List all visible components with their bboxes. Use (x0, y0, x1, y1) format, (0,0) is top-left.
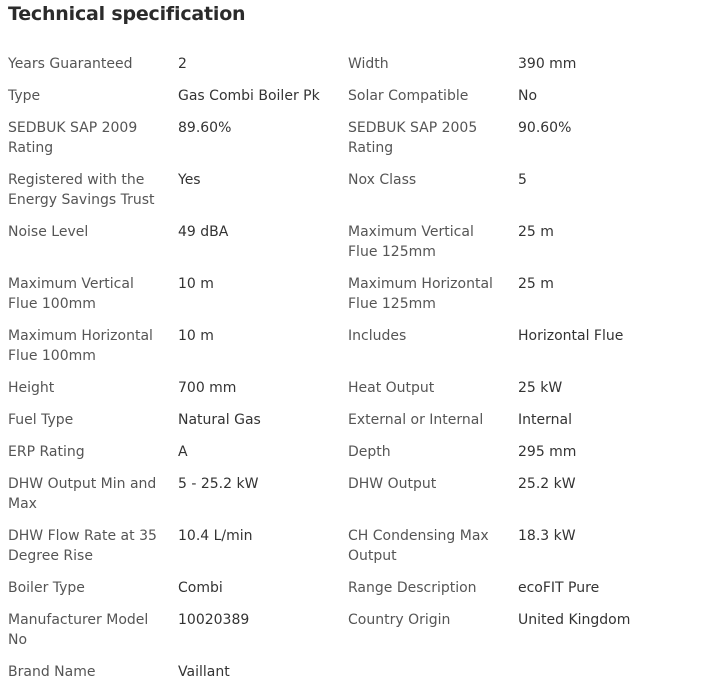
spec-label: Country Origin (348, 612, 451, 628)
page-title: Technical specification (8, 3, 246, 25)
spec-value: Combi (178, 580, 223, 596)
spec-value: 295 mm (518, 444, 577, 460)
spec-value: Gas Combi Boiler Pk (178, 88, 320, 104)
spec-label: Width (348, 56, 389, 72)
spec-value: United Kingdom (518, 612, 631, 628)
spec-label: DHW Flow Rate at 35 Degree Rise (8, 528, 157, 564)
spec-value: 700 mm (178, 380, 237, 396)
spec-label: Registered with the Energy Savings Trust (8, 172, 155, 208)
spec-label: Includes (348, 328, 407, 344)
spec-label: Years Guaranteed (8, 56, 133, 72)
spec-value: 25 m (518, 224, 554, 240)
spec-label: Manufacturer Model No (8, 612, 149, 648)
spec-value: Internal (518, 412, 572, 428)
table-row: Registered with the Energy Savings Trust… (0, 164, 680, 216)
spec-label: Nox Class (348, 172, 417, 188)
spec-label: External or Internal (348, 412, 484, 428)
spec-label: Maximum Vertical Flue 125mm (348, 224, 474, 260)
spec-value: 18.3 kW (518, 528, 576, 544)
table-row: Noise Level 49 dBA Maximum Vertical Flue… (0, 216, 680, 268)
spec-label: Maximum Horizontal Flue 100mm (8, 328, 153, 364)
spec-label: Maximum Horizontal Flue 125mm (348, 276, 493, 312)
spec-value: 10020389 (178, 612, 250, 628)
spec-value: Vaillant (178, 664, 230, 680)
table-row: DHW Output Min and Max 5 - 25.2 kW DHW O… (0, 468, 680, 520)
spec-table: Years Guaranteed 2 Width 390 mm Type Gas… (0, 48, 680, 688)
table-row: Manufacturer Model No 10020389 Country O… (0, 604, 680, 656)
spec-value: ecoFIT Pure (518, 580, 600, 596)
spec-label: Noise Level (8, 224, 89, 240)
spec-label: Brand Name (8, 664, 96, 680)
spec-value: 25 m (518, 276, 554, 292)
table-row: Maximum Horizontal Flue 100mm 10 m Inclu… (0, 320, 680, 372)
spec-label: DHW Output (348, 476, 437, 492)
table-row: SEDBUK SAP 2009 Rating 89.60% SEDBUK SAP… (0, 112, 680, 164)
table-row: DHW Flow Rate at 35 Degree Rise 10.4 L/m… (0, 520, 680, 572)
spec-value: Yes (178, 172, 201, 188)
spec-value: No (518, 88, 538, 104)
table-row: Maximum Vertical Flue 100mm 10 m Maximum… (0, 268, 680, 320)
table-row: Brand Name Vaillant (0, 656, 680, 688)
spec-label: Boiler Type (8, 580, 85, 596)
spec-label: Fuel Type (8, 412, 74, 428)
table-row: Height 700 mm Heat Output 25 kW (0, 372, 680, 404)
spec-value: 10.4 L/min (178, 528, 253, 544)
spec-value: 10 m (178, 328, 214, 344)
spec-value: 390 mm (518, 56, 577, 72)
table-row: Years Guaranteed 2 Width 390 mm (0, 48, 680, 80)
table-row: Type Gas Combi Boiler Pk Solar Compatibl… (0, 80, 680, 112)
spec-value (510, 662, 680, 682)
spec-label (340, 662, 510, 682)
spec-value: 90.60% (518, 120, 572, 136)
spec-label: SEDBUK SAP 2009 Rating (8, 120, 138, 156)
spec-label: Depth (348, 444, 391, 460)
spec-container: Technical specification Years Guaranteed… (0, 0, 724, 688)
spec-value: 2 (178, 56, 187, 72)
table-row: Boiler Type Combi Range Description ecoF… (0, 572, 680, 604)
spec-label: CH Condensing Max Output (348, 528, 489, 564)
spec-value: 5 (518, 172, 527, 188)
spec-value: 89.60% (178, 120, 232, 136)
table-row: ERP Rating A Depth 295 mm (0, 436, 680, 468)
spec-value: 25.2 kW (518, 476, 576, 492)
spec-value: 25 kW (518, 380, 563, 396)
spec-value: Natural Gas (178, 412, 261, 428)
spec-label: Height (8, 380, 55, 396)
spec-label: ERP Rating (8, 444, 85, 460)
spec-label: Range Description (348, 580, 477, 596)
spec-label: Solar Compatible (348, 88, 469, 104)
spec-value: 5 - 25.2 kW (178, 476, 259, 492)
spec-value: 49 dBA (178, 224, 229, 240)
spec-label: DHW Output Min and Max (8, 476, 157, 512)
spec-label: Maximum Vertical Flue 100mm (8, 276, 134, 312)
spec-value: 10 m (178, 276, 214, 292)
spec-label: Type (8, 88, 41, 104)
table-row: Fuel Type Natural Gas External or Intern… (0, 404, 680, 436)
spec-label: SEDBUK SAP 2005 Rating (348, 120, 478, 156)
spec-value: Horizontal Flue (518, 328, 624, 344)
spec-label: Heat Output (348, 380, 435, 396)
spec-value: A (178, 444, 188, 460)
